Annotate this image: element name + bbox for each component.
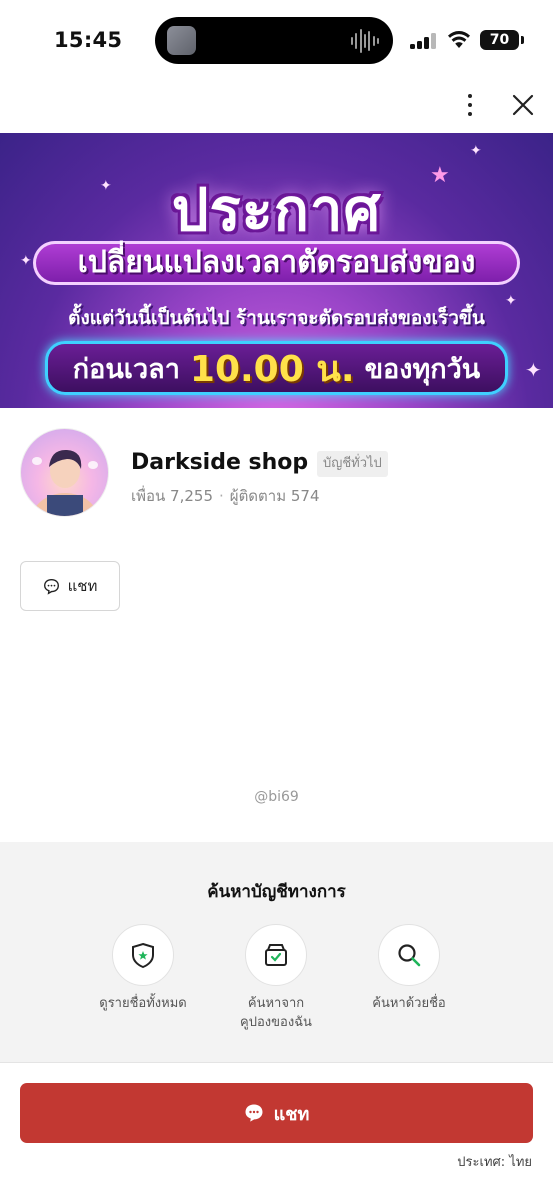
- avatar-illustration: [31, 449, 99, 516]
- country-label[interactable]: ประเทศ: ไทย: [457, 1151, 532, 1172]
- dynamic-island: [155, 17, 393, 64]
- bottom-bar: แชท ประเทศ: ไทย: [0, 1062, 553, 1200]
- official-search-section: ค้นหาบัญชีทางการ ดูรายชื่อทั้งหมด ค้นหาจ…: [0, 842, 553, 1062]
- status-time: 15:45: [54, 28, 123, 52]
- view-all-option[interactable]: ดูรายชื่อทั้งหมด: [73, 924, 213, 1013]
- chat-button[interactable]: แชท: [20, 561, 120, 611]
- chat-primary-label: แชท: [273, 1103, 310, 1125]
- pill-time-text: 10.00 น.: [189, 348, 355, 390]
- chat-bubble-icon: [245, 1104, 263, 1122]
- search-coupon-label: ค้นหาจาก คูปองของฉัน: [206, 994, 346, 1032]
- announcement-banner[interactable]: ✦ ★ ✦ ✦ ✦ ✦ ประกาศ เปลี่ยนแปลงเวลาตัดรอบ…: [0, 133, 553, 408]
- shop-name: Darkside shop: [131, 450, 309, 475]
- audio-wave-icon: [351, 27, 379, 54]
- followers-count: ผู้ติดตาม 574: [229, 487, 320, 505]
- search-by-name-label: ค้นหาด้วยชื่อ: [372, 996, 446, 1011]
- view-all-label: ดูรายชื่อทั้งหมด: [99, 996, 187, 1011]
- friends-count: เพื่อน 7,255: [131, 487, 213, 505]
- account-handle: @bi69: [254, 789, 299, 805]
- official-search-title: ค้นหาบัญชีทางการ: [207, 882, 346, 902]
- search-by-name-option[interactable]: ค้นหาด้วยชื่อ: [339, 924, 479, 1013]
- banner-subtitle: เปลี่ยนแปลงเวลาตัดรอบส่งของ: [33, 241, 520, 285]
- sparkle-icon: ✦: [525, 358, 542, 382]
- banner-line: ตั้งแต่วันนี้เป็นต้นไป ร้านเราจะตัดรอบส่…: [68, 307, 485, 329]
- search-icon: [378, 924, 440, 986]
- account-type-badge: บัญชีทั่วไป: [317, 451, 388, 477]
- banner-cutoff-pill: ก่อนเวลา 10.00 น. ของทุกวัน: [45, 341, 508, 395]
- signal-icon: [410, 33, 438, 49]
- close-icon[interactable]: [509, 91, 537, 119]
- status-bar: 15:45 70: [0, 0, 553, 82]
- wifi-icon: [448, 31, 470, 48]
- pill-before-text: ก่อนเวลา: [72, 353, 180, 385]
- pill-after-text: ของทุกวัน: [364, 353, 481, 385]
- battery-tip: [521, 36, 524, 44]
- chat-bubble-icon: [43, 578, 59, 595]
- shield-star-icon: [112, 924, 174, 986]
- chat-button-label: แชท: [67, 577, 98, 595]
- search-coupon-option[interactable]: ค้นหาจาก คูปองของฉัน: [206, 924, 346, 1032]
- profile-stats: เพื่อน 7,255 · ผู้ติดตาม 574: [131, 484, 320, 508]
- now-playing-thumbnail: [167, 26, 196, 55]
- chat-primary-button[interactable]: แชท: [20, 1083, 533, 1143]
- search-coupon-label-line: ค้นหาจาก คูปองของฉัน: [240, 996, 312, 1030]
- coupon-box-icon: [245, 924, 307, 986]
- avatar[interactable]: [20, 428, 109, 517]
- sparkle-icon: ✦: [470, 143, 482, 159]
- more-vertical-icon[interactable]: [455, 90, 485, 120]
- separator: ·: [219, 487, 224, 505]
- battery-icon: 70: [480, 30, 519, 50]
